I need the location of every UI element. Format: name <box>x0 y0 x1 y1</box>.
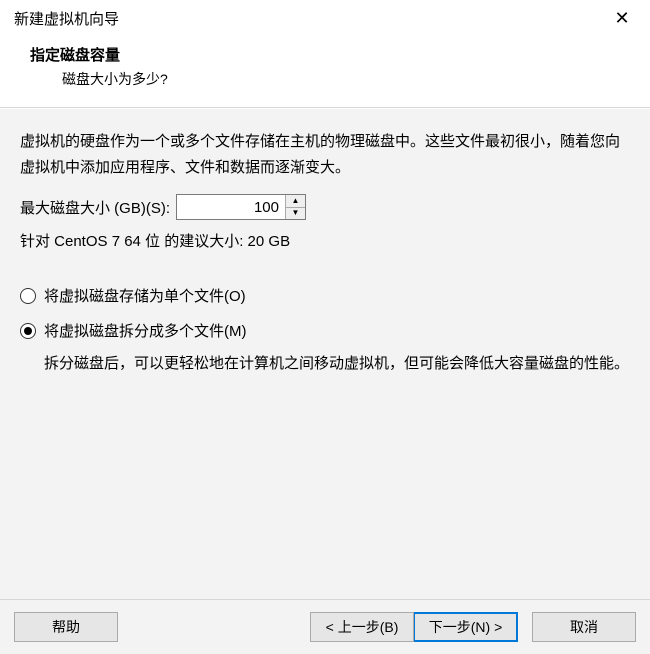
radio-single-file-label: 将虚拟磁盘存储为单个文件(O) <box>44 285 246 306</box>
wizard-header: 指定磁盘容量 磁盘大小为多少? <box>0 34 650 108</box>
page-question: 磁盘大小为多少? <box>0 65 650 89</box>
back-button[interactable]: < 上一步(B) <box>310 612 414 642</box>
button-bar: 帮助 < 上一步(B) 下一步(N) > 取消 <box>0 600 650 654</box>
disk-file-options: 将虚拟磁盘存储为单个文件(O) 将虚拟磁盘拆分成多个文件(M) 拆分磁盘后，可以… <box>20 285 630 377</box>
spin-buttons: ▲ ▼ <box>285 195 305 219</box>
window-title: 新建虚拟机向导 <box>14 8 119 29</box>
spin-up-icon[interactable]: ▲ <box>286 195 305 208</box>
help-button[interactable]: 帮助 <box>14 612 118 642</box>
next-button[interactable]: 下一步(N) > <box>414 612 518 642</box>
split-help-text: 拆分磁盘后，可以更轻松地在计算机之间移动虚拟机，但可能会降低大容量磁盘的性能。 <box>20 351 630 377</box>
recommended-size: 针对 CentOS 7 64 位 的建议大小: 20 GB <box>20 230 630 251</box>
radio-unchecked-icon[interactable] <box>20 288 36 304</box>
titlebar: 新建虚拟机向导 ✕ <box>0 0 650 34</box>
page-subtitle: 指定磁盘容量 <box>0 44 650 65</box>
radio-checked-icon[interactable] <box>20 323 36 339</box>
wizard-content: 虚拟机的硬盘作为一个或多个文件存储在主机的物理磁盘中。这些文件最初很小，随着您向… <box>0 108 650 600</box>
close-icon[interactable]: ✕ <box>608 9 636 27</box>
max-size-spinbox[interactable]: ▲ ▼ <box>176 194 306 220</box>
radio-single-file-row[interactable]: 将虚拟磁盘存储为单个文件(O) <box>20 285 630 306</box>
radio-split-file-label: 将虚拟磁盘拆分成多个文件(M) <box>44 320 247 341</box>
max-size-label: 最大磁盘大小 (GB)(S): <box>20 197 170 218</box>
max-size-row: 最大磁盘大小 (GB)(S): ▲ ▼ <box>20 194 630 220</box>
max-size-input[interactable] <box>177 195 285 219</box>
radio-split-file-row[interactable]: 将虚拟磁盘拆分成多个文件(M) <box>20 320 630 341</box>
disk-description: 虚拟机的硬盘作为一个或多个文件存储在主机的物理磁盘中。这些文件最初很小，随着您向… <box>20 129 630 180</box>
cancel-button[interactable]: 取消 <box>532 612 636 642</box>
spin-down-icon[interactable]: ▼ <box>286 208 305 220</box>
